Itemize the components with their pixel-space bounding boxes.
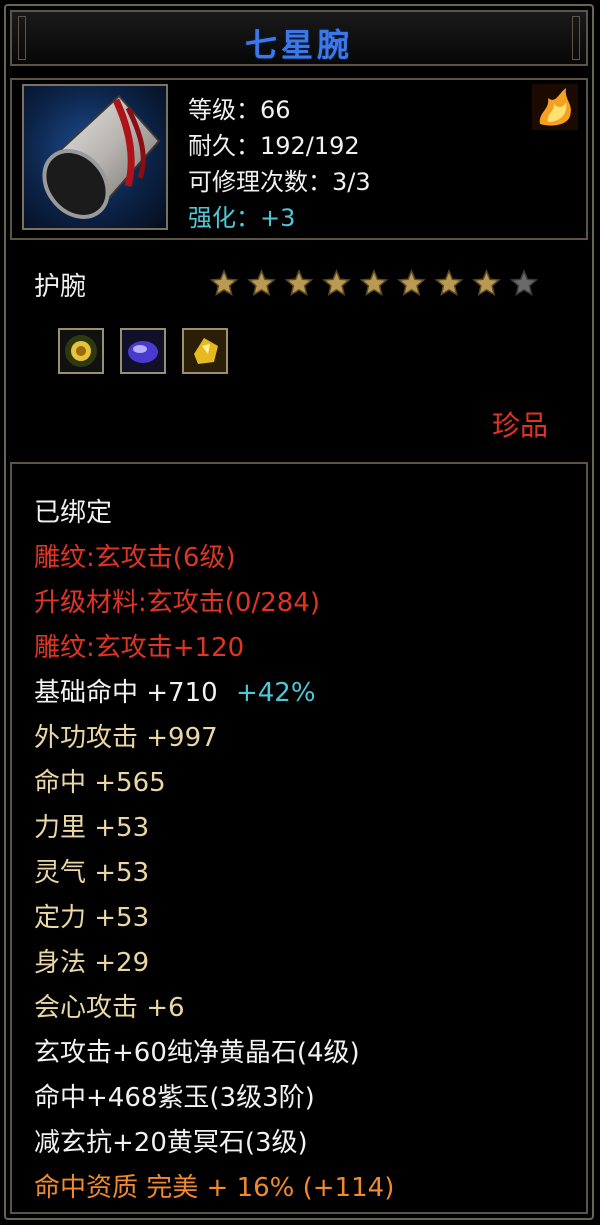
star-filled-icon: [209, 269, 239, 297]
external-attack: 外功攻击 +997: [34, 723, 218, 753]
socket-2: 命中+468紫玉(3级3阶): [34, 1083, 315, 1113]
item-subtype: 护腕: [34, 272, 87, 302]
base-hit-percent: +42%: [235, 678, 316, 708]
star-filled-icon: [284, 269, 314, 297]
star-filled-icon: [247, 269, 276, 297]
base-hit-row: 基础命中 +710 +42%: [34, 672, 316, 709]
upgrade-material: 升级材料:玄攻击(0/284): [34, 588, 320, 618]
item-quality: 珍品: [492, 409, 549, 442]
socket-1: 玄攻击+60纯净黄晶石(4级): [34, 1038, 360, 1068]
yellow-gem-icon[interactable]: [182, 328, 228, 374]
gold-gem-icon[interactable]: [58, 328, 104, 374]
socket-3: 减玄抗+20黄冥石(3级): [34, 1128, 308, 1158]
bound-status: 已绑定: [34, 498, 113, 528]
flame-icon: [532, 84, 578, 130]
item-repair-count: 可修理次数：3/3: [188, 168, 371, 196]
title-bar: 七星腕: [10, 10, 588, 66]
item-name: 七星腕: [244, 26, 353, 64]
crit-stat: 会心攻击 +6: [34, 993, 185, 1023]
agility-stat: 身法 +29: [34, 948, 150, 978]
star-rating: [208, 266, 548, 302]
item-enhance: 强化：+3: [188, 204, 296, 232]
engrave-level: 雕纹:玄攻击(6级): [34, 543, 236, 573]
aptitude: 命中资质 完美 + 16% (+114): [34, 1173, 395, 1203]
hit-stat: 命中 +565: [34, 768, 166, 798]
star-filled-icon: [472, 269, 501, 297]
star-filled-icon: [397, 269, 426, 297]
item-durability: 耐久：192/192: [188, 132, 360, 160]
item-level: 等级：66: [188, 96, 291, 124]
engrave-bonus: 雕纹:玄攻击+120: [34, 633, 245, 663]
star-filled-icon: [322, 269, 351, 297]
strength-stat: 力里 +53: [34, 813, 150, 843]
purple-gem-icon[interactable]: [120, 328, 166, 374]
star-filled-icon: [359, 269, 389, 297]
star-empty-icon: [509, 269, 539, 297]
bracer-item-icon: [22, 84, 168, 230]
spirit-stat: 灵气 +53: [34, 858, 150, 888]
star-filled-icon: [434, 269, 464, 297]
base-hit: 基础命中 +710: [34, 678, 218, 708]
focus-stat: 定力 +53: [34, 903, 150, 933]
